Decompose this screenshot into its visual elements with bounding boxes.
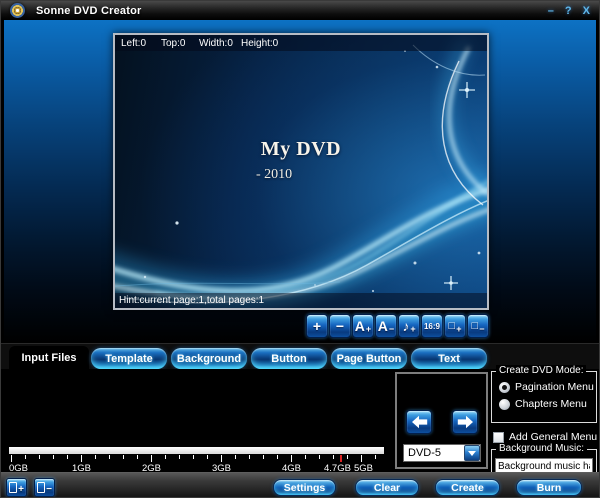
tab-text[interactable]: Text (411, 348, 487, 369)
right-arrow-icon (457, 415, 474, 429)
aspect-ratio-button[interactable]: 16:9 (421, 314, 443, 338)
app-dvd-icon (10, 3, 25, 18)
add-file-button[interactable]: + (6, 478, 27, 497)
minimize-button[interactable]: – (548, 5, 554, 17)
app-window: Sonne DVD Creator – ? X (0, 0, 600, 498)
dvd-menu-title[interactable]: My DVD (115, 138, 487, 161)
info-top: Top:0 (161, 38, 199, 49)
tab-template[interactable]: Template (91, 348, 167, 369)
settings-panel: Create DVD Mode: Pagination Menu Chapter… (490, 365, 599, 472)
page-navigation-box: DVD-5 (395, 372, 488, 469)
file-icon (37, 482, 45, 493)
tab-background[interactable]: Background (171, 348, 247, 369)
info-height: Height:0 (241, 38, 278, 49)
remove-button[interactable]: − (329, 314, 351, 338)
radio-pagination-menu[interactable]: Pagination Menu (499, 381, 594, 393)
title-bar: Sonne DVD Creator – ? X (1, 1, 599, 20)
zoom-in-button[interactable]: □+ (444, 314, 466, 338)
disc-type-value: DVD-5 (408, 447, 441, 459)
radio-icon[interactable] (499, 399, 510, 410)
radio-chapters-menu[interactable]: Chapters Menu (499, 398, 587, 410)
footer-bar: + − Settings Clear Create Burn (1, 472, 599, 498)
window-title: Sonne DVD Creator (36, 5, 141, 17)
preview-toolbar: + − A+ A− ♪+ 16:9 □+ □− (306, 314, 489, 338)
settings-button[interactable]: Settings (273, 479, 336, 496)
add-general-menu-option[interactable]: Add General Menu (493, 431, 597, 443)
menu-background-art (115, 35, 487, 308)
capacity-ticks (11, 455, 383, 462)
dropdown-button[interactable] (464, 445, 480, 461)
checkbox-icon[interactable] (493, 432, 504, 443)
chevron-down-icon (468, 451, 476, 456)
create-dvd-mode-label: Create DVD Mode: (496, 365, 586, 376)
remove-file-button[interactable]: − (34, 478, 55, 497)
input-files-panel: 0GB 1GB 2GB 3GB 4GB 4.7GB 5GB (1, 369, 599, 472)
left-arrow-icon (411, 415, 428, 429)
hint-bar: Hint:current page:1,total pages:1 (115, 293, 487, 308)
font-increase-button[interactable]: A+ (352, 314, 374, 338)
tab-button[interactable]: Button (251, 348, 327, 369)
background-music-label: Background Music: (496, 443, 587, 454)
editor-panel: Left:0 Top:0 Width:0 Height:0 My DVD - 2… (4, 20, 596, 343)
add-music-button[interactable]: ♪+ (398, 314, 420, 338)
create-dvd-mode-group: Create DVD Mode: Pagination Menu Chapter… (491, 371, 597, 423)
clear-button[interactable]: Clear (355, 479, 419, 496)
disc-capacity-ruler: 0GB 1GB 2GB 3GB 4GB 4.7GB 5GB (9, 447, 384, 472)
add-button[interactable]: + (306, 314, 328, 338)
info-left: Left:0 (121, 38, 161, 49)
create-button[interactable]: Create (435, 479, 500, 496)
info-width: Width:0 (199, 38, 241, 49)
font-decrease-button[interactable]: A− (375, 314, 397, 338)
file-icon (9, 482, 17, 493)
selection-info-bar: Left:0 Top:0 Width:0 Height:0 (115, 35, 487, 51)
dvd-menu-subtitle[interactable]: - 2010 (256, 167, 292, 183)
capacity-limit-marker (340, 455, 342, 462)
burn-button[interactable]: Burn (516, 479, 582, 496)
close-button[interactable]: X (583, 5, 590, 17)
zoom-out-button[interactable]: □− (467, 314, 489, 338)
menu-preview-canvas[interactable]: Left:0 Top:0 Width:0 Height:0 My DVD - 2… (113, 33, 489, 310)
previous-page-button[interactable] (406, 410, 432, 434)
next-page-button[interactable] (452, 410, 478, 434)
tab-input-files[interactable]: Input Files (9, 346, 89, 370)
tab-page-button[interactable]: Page Button (331, 348, 407, 369)
radio-icon[interactable] (499, 382, 510, 393)
disc-type-select[interactable]: DVD-5 (403, 444, 481, 462)
capacity-bar (9, 447, 384, 454)
help-button[interactable]: ? (565, 5, 572, 17)
